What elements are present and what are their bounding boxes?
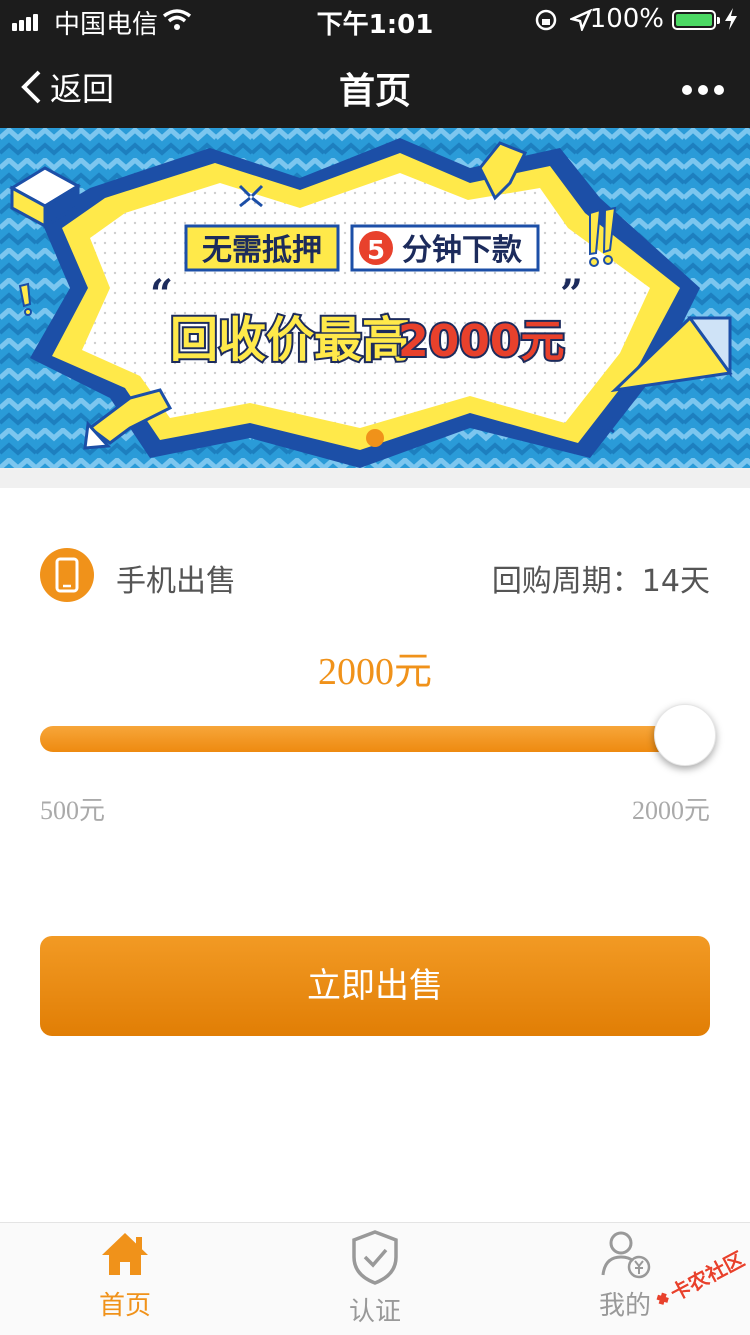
battery-icon <box>672 10 720 30</box>
banner-line2: 回收价最高 <box>170 312 410 368</box>
banner-line2-amount: 2000元 <box>398 316 564 367</box>
nav-bar: 返回 首页 <box>0 40 750 128</box>
shield-check-icon <box>352 1230 398 1285</box>
watermark-logo: 卡农社区 <box>656 1250 748 1306</box>
slider-thumb[interactable] <box>654 704 716 766</box>
more-button[interactable] <box>676 80 724 99</box>
sell-now-button[interactable]: 立即出售 <box>40 936 710 1036</box>
watermark-text: 卡农社区 <box>666 1250 748 1306</box>
tab-home-label: 首页 <box>98 1291 151 1321</box>
banner-line1-b: 分钟下款 <box>402 233 523 268</box>
carousel-dot[interactable] <box>366 429 384 447</box>
slider-max-label: 2000元 <box>631 796 710 825</box>
svg-text:”: ” <box>560 271 583 318</box>
home-icon <box>102 1233 148 1275</box>
user-yen-icon <box>601 1231 651 1279</box>
status-bar: 中国电信 下午1:01 100% <box>0 0 750 40</box>
banner-line1-num: 5 <box>367 236 385 266</box>
page-title: 首页 <box>338 71 411 112</box>
banner-line1-a: 无需抵押 <box>202 233 322 268</box>
rotation-lock-icon <box>535 9 557 31</box>
tab-verify[interactable]: 认证 <box>295 1229 455 1328</box>
svg-text:“: “ <box>150 271 173 318</box>
tab-bar: 首页 认证 我的 <box>0 1222 750 1335</box>
selected-amount: 2000元 <box>317 651 432 693</box>
slider-min-label: 500元 <box>40 796 106 825</box>
section-divider <box>0 468 750 488</box>
product-name: 手机出售 <box>116 564 236 599</box>
product-header: 手机出售 回购周期：14天 <box>40 548 710 602</box>
battery-percent: 100% <box>589 4 664 34</box>
charging-icon <box>725 8 737 30</box>
phone-icon <box>40 548 94 602</box>
tab-verify-label: 认证 <box>348 1297 401 1327</box>
banner-art: 无需抵押 5 分钟下款 “ ” 回收价最高 2000元 <box>0 128 750 468</box>
slider-track[interactable] <box>40 726 700 752</box>
repurchase-cycle: 回购周期：14天 <box>491 564 710 599</box>
tab-home[interactable]: 首页 <box>45 1229 205 1322</box>
amount-slider[interactable] <box>40 704 716 766</box>
promo-banner[interactable]: 无需抵押 5 分钟下款 “ ” 回收价最高 2000元 <box>0 128 750 468</box>
